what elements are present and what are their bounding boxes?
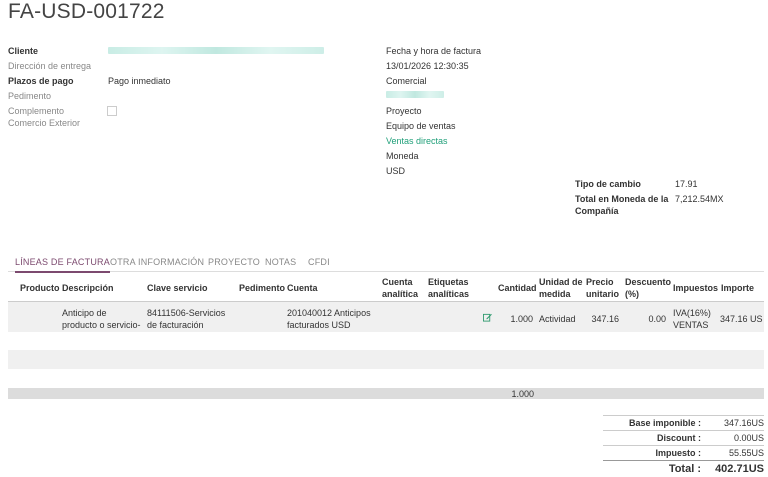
total-moneda-value: 7,212.54MX [675, 194, 724, 204]
moneda-value[interactable]: USD [386, 166, 405, 176]
row-impuestos-line1: IVA(16%) [673, 308, 711, 318]
row-precio: 347.16 [591, 314, 619, 324]
row-unidad: Actividad [539, 314, 576, 324]
table-footer: 1.000 [8, 388, 764, 399]
col-pedimento[interactable]: Pedimento [239, 283, 285, 294]
total-moneda-label-line1: Total en Moneda de la [575, 194, 669, 204]
row-cuenta-line1: 201040012 Anticipos [287, 308, 371, 318]
col-etiquetas-line2[interactable]: analíticas [428, 289, 469, 300]
table-row[interactable]: Anticipo de producto o servicio- 8411150… [8, 302, 764, 332]
col-descuento-line1[interactable]: Descuento [625, 277, 671, 288]
row-impuestos-line2: VENTAS [673, 320, 709, 330]
complemento-label-line1: Complemento [8, 106, 65, 116]
complemento-checkbox[interactable] [107, 106, 117, 116]
totals-divider-2 [603, 445, 764, 446]
edit-pencil-icon[interactable] [483, 313, 492, 322]
tipo-cambio-label: Tipo de cambio [575, 179, 641, 189]
moneda-label: Moneda [386, 151, 419, 161]
col-descuento-line2[interactable]: (%) [625, 289, 639, 300]
total-label: Total : [668, 463, 701, 475]
equipo-value-link[interactable]: Ventas directas [386, 136, 448, 146]
total-value: 402.71US [715, 463, 764, 475]
row-cantidad: 1.000 [510, 314, 533, 324]
plazos-value[interactable]: Pago inmediato [108, 76, 171, 86]
tipo-cambio-value[interactable]: 17.91 [675, 179, 698, 189]
totals-divider-top [603, 415, 764, 416]
comercial-label: Comercial [386, 76, 427, 86]
col-cuenta[interactable]: Cuenta [287, 283, 318, 294]
base-imponible-label: Base imponible : [628, 418, 701, 428]
col-clave-servicio[interactable]: Clave servicio [147, 283, 208, 294]
col-cuenta-analitica-line1[interactable]: Cuenta [382, 277, 413, 288]
col-precio-line1[interactable]: Precio [586, 277, 614, 288]
cliente-label: Cliente [8, 46, 39, 56]
col-importe[interactable]: Importe [721, 283, 754, 294]
row-importe: 347.16 US [720, 314, 763, 324]
tab-lineas-factura[interactable]: LÍNEAS DE FACTURA [15, 257, 110, 273]
invoice-title: FA-USD-001722 [8, 0, 165, 23]
equipo-label: Equipo de ventas [386, 121, 456, 131]
total-moneda-label-line2: Compañía [575, 206, 619, 216]
totals-divider-1 [603, 430, 764, 431]
row-descripcion-line1: Anticipo de [62, 308, 107, 318]
col-cuenta-analitica-line2[interactable]: analítica [382, 289, 418, 300]
row-clave-line2: de facturación [147, 320, 204, 330]
cliente-value-redacted[interactable] [108, 47, 324, 54]
direccion-label: Dirección de entrega [8, 61, 92, 71]
fecha-value[interactable]: 13/01/2026 12:30:35 [386, 61, 469, 71]
tab-otra-informacion[interactable]: OTRA INFORMACIÓN [110, 257, 204, 267]
row-cuenta-line2: facturados USD [287, 320, 351, 330]
col-cantidad[interactable]: Cantidad [498, 283, 537, 294]
row-clave-line1: 84111506-Servicios [147, 308, 226, 318]
plazos-label: Plazos de pago [8, 76, 74, 86]
proyecto-label: Proyecto [386, 106, 422, 116]
footer-cantidad-total: 1.000 [511, 389, 534, 399]
impuesto-value: 55.55US [728, 448, 764, 458]
tab-notas[interactable]: NOTAS [265, 257, 296, 267]
col-producto[interactable]: Producto [20, 283, 60, 294]
impuesto-label: Impuesto : [655, 448, 701, 458]
discount-label: Discount : [657, 433, 701, 443]
col-unidad-line1[interactable]: Unidad de [539, 277, 583, 288]
tab-proyecto[interactable]: PROYECTO [208, 257, 260, 267]
totals-divider-3 [603, 460, 764, 461]
row-descuento: 0.00 [648, 314, 666, 324]
row-descripcion-line2: producto o servicio- [62, 320, 141, 330]
tab-cfdi[interactable]: CFDI [308, 257, 330, 267]
col-descripcion[interactable]: Descripción [62, 283, 114, 294]
discount-value: 0.00US [733, 433, 764, 443]
col-etiquetas-line1[interactable]: Etiquetas [428, 277, 469, 288]
col-impuestos[interactable]: Impuestos [673, 283, 718, 294]
col-precio-line2[interactable]: unitario [586, 289, 619, 300]
pedimento-label: Pedimento [8, 91, 52, 101]
notebook-tabs: LÍNEAS DE FACTURA OTRA INFORMACIÓN PROYE… [8, 255, 764, 273]
col-unidad-line2[interactable]: medida [539, 289, 571, 300]
empty-row[interactable] [8, 350, 764, 369]
fecha-label: Fecha y hora de factura [386, 46, 482, 56]
comercial-value-redacted[interactable] [386, 91, 444, 98]
base-imponible-value: 347.16US [723, 418, 764, 428]
complemento-label-line2: Comercio Exterior [8, 118, 81, 128]
